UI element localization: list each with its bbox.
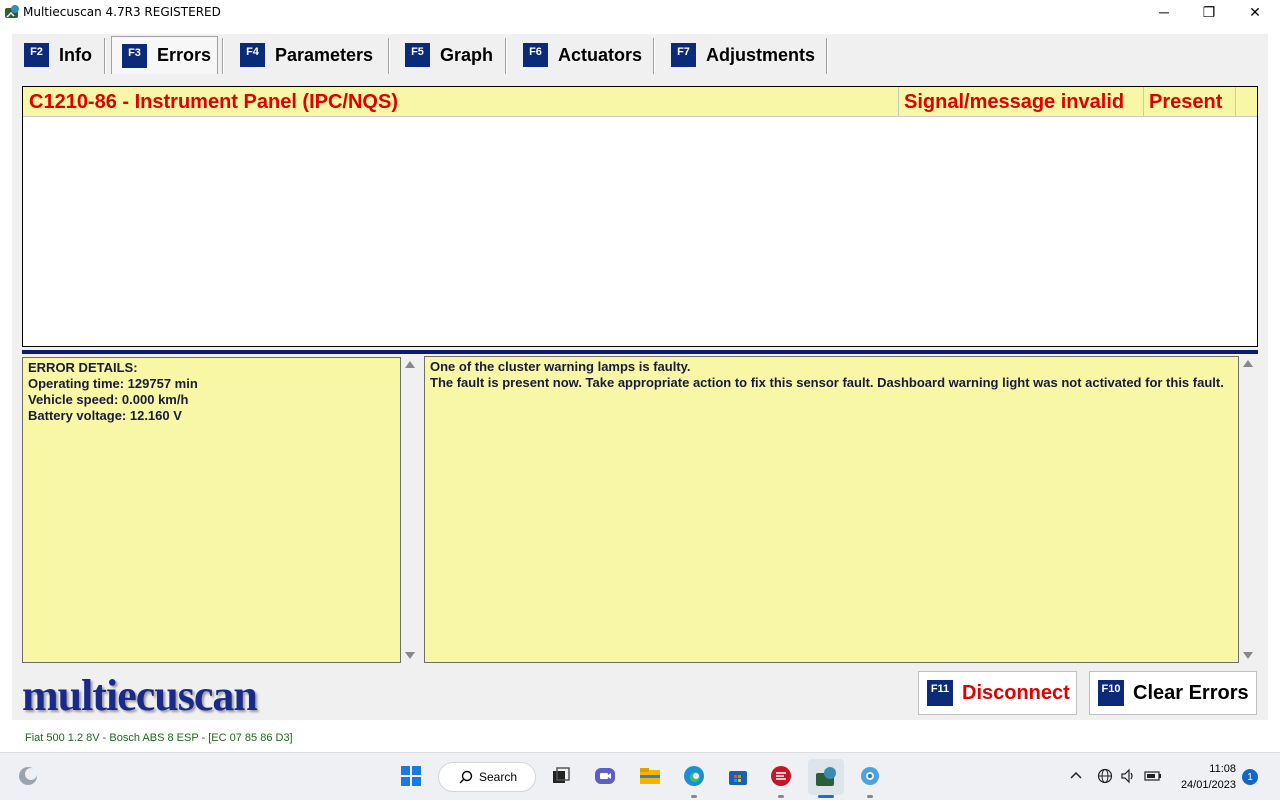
tab-info[interactable]: F2 Info — [24, 36, 104, 74]
multiecuscan-app-icon — [5, 5, 19, 18]
running-indicator — [778, 795, 784, 798]
start-icon[interactable] — [398, 763, 424, 789]
tab-separator — [388, 38, 390, 74]
scroll-up-icon[interactable] — [1243, 360, 1253, 367]
error-row[interactable]: C1210-86 - Instrument Panel (IPC/NQS) Si… — [23, 87, 1257, 117]
tab-errors[interactable]: F3 Errors — [111, 36, 218, 74]
error-status: Present — [1149, 90, 1223, 113]
tab-separator — [104, 38, 106, 74]
search-icon — [459, 770, 473, 784]
error-details-panel: ERROR DETAILS: Operating time: 129757 mi… — [22, 357, 401, 663]
taskbar-search[interactable]: Search — [438, 762, 536, 792]
clock-time: 11:08 — [1209, 763, 1236, 775]
chevron-up-icon[interactable] — [1069, 768, 1083, 785]
description-line: The fault is present now. Take appropria… — [430, 375, 1224, 390]
active-indicator — [818, 795, 834, 798]
f3-key-icon: F3 — [122, 43, 147, 68]
error-list[interactable]: C1210-86 - Instrument Panel (IPC/NQS) Si… — [22, 86, 1258, 347]
column-separator — [1235, 87, 1236, 117]
window-title: Multiecuscan 4.7R3 REGISTERED — [23, 5, 221, 19]
f4-key-icon: F4 — [240, 43, 265, 67]
tab-actuators[interactable]: F6 Actuators — [523, 36, 648, 74]
tab-separator — [653, 38, 655, 74]
error-type: Signal/message invalid — [904, 90, 1125, 113]
error-description-panel: One of the cluster warning lamps is faul… — [424, 356, 1239, 663]
teams-icon[interactable] — [592, 763, 618, 789]
f10-key-icon: F10 — [1098, 680, 1124, 706]
running-indicator — [691, 795, 697, 798]
battery-icon[interactable] — [1144, 768, 1162, 787]
tab-label: Actuators — [558, 44, 643, 65]
running-indicator — [867, 795, 873, 798]
tab-separator — [222, 38, 224, 74]
taskbar: Search 11:08 24/01/2023 1 — [0, 752, 1280, 800]
battery-voltage: Battery voltage: 12.160 V — [28, 408, 182, 423]
tab-separator — [826, 38, 828, 74]
title-bar: Multiecuscan 4.7R3 REGISTERED ─ ❐ ✕ — [0, 0, 1280, 24]
tab-label: Adjustments — [706, 44, 816, 65]
f11-key-icon: F11 — [927, 680, 953, 706]
f6-key-icon: F6 — [523, 43, 548, 67]
network-icon[interactable] — [1097, 768, 1113, 787]
tab-separator — [505, 38, 507, 74]
tab-label: Errors — [157, 45, 212, 65]
store-icon[interactable] — [725, 763, 751, 789]
description-scrollbar[interactable] — [1240, 356, 1256, 663]
restore-button[interactable]: ❐ — [1186, 0, 1232, 24]
minimize-button[interactable]: ─ — [1141, 0, 1187, 24]
widgets-icon[interactable] — [15, 763, 41, 789]
error-details-heading: ERROR DETAILS: — [28, 360, 138, 375]
clock-date: 24/01/2023 — [1180, 779, 1236, 791]
scroll-down-icon[interactable] — [1243, 652, 1253, 659]
details-scrollbar[interactable] — [402, 357, 418, 663]
file-explorer-icon[interactable] — [637, 763, 663, 789]
clear-errors-label: Clear Errors — [1133, 681, 1249, 704]
multiecuscan-logo: multiecuscan — [22, 671, 258, 720]
scroll-down-icon[interactable] — [405, 652, 415, 659]
tab-label: Parameters — [275, 44, 374, 65]
settings-icon[interactable] — [857, 763, 883, 789]
tab-graph[interactable]: F5 Graph — [405, 36, 500, 74]
edge-icon[interactable] — [681, 763, 707, 789]
error-code-description: C1210-86 - Instrument Panel (IPC/NQS) — [29, 90, 398, 113]
f5-key-icon: F5 — [405, 43, 430, 67]
taskbar-clock[interactable]: 11:08 24/01/2023 — [1181, 761, 1236, 793]
panel-divider[interactable] — [22, 350, 1258, 354]
f2-key-icon: F2 — [24, 43, 49, 67]
f7-key-icon: F7 — [671, 43, 696, 67]
tab-label: Graph — [440, 44, 494, 65]
multiecuscan-icon[interactable] — [808, 759, 844, 795]
vehicle-speed: Vehicle speed: 0.000 km/h — [28, 392, 189, 407]
task-view-icon[interactable] — [548, 763, 574, 789]
close-button[interactable]: ✕ — [1232, 0, 1278, 24]
disconnect-label: Disconnect — [962, 681, 1070, 704]
description-line: One of the cluster warning lamps is faul… — [430, 359, 691, 374]
operating-time: Operating time: 129757 min — [28, 376, 198, 391]
search-label: Search — [479, 770, 518, 784]
vehicle-status: Fiat 500 1.2 8V - Bosch ABS 8 ESP - [EC … — [25, 732, 293, 744]
volume-icon[interactable] — [1120, 768, 1136, 787]
scroll-up-icon[interactable] — [405, 361, 415, 368]
tab-adjustments[interactable]: F7 Adjustments — [671, 36, 821, 74]
bizi-icon[interactable] — [768, 763, 794, 789]
notification-badge[interactable]: 1 — [1242, 769, 1258, 785]
clear-errors-button[interactable]: F10 Clear Errors — [1089, 671, 1257, 715]
tab-label: Info — [59, 44, 92, 65]
tab-parameters[interactable]: F4 Parameters — [240, 36, 380, 74]
disconnect-button[interactable]: F11 Disconnect — [918, 671, 1077, 715]
